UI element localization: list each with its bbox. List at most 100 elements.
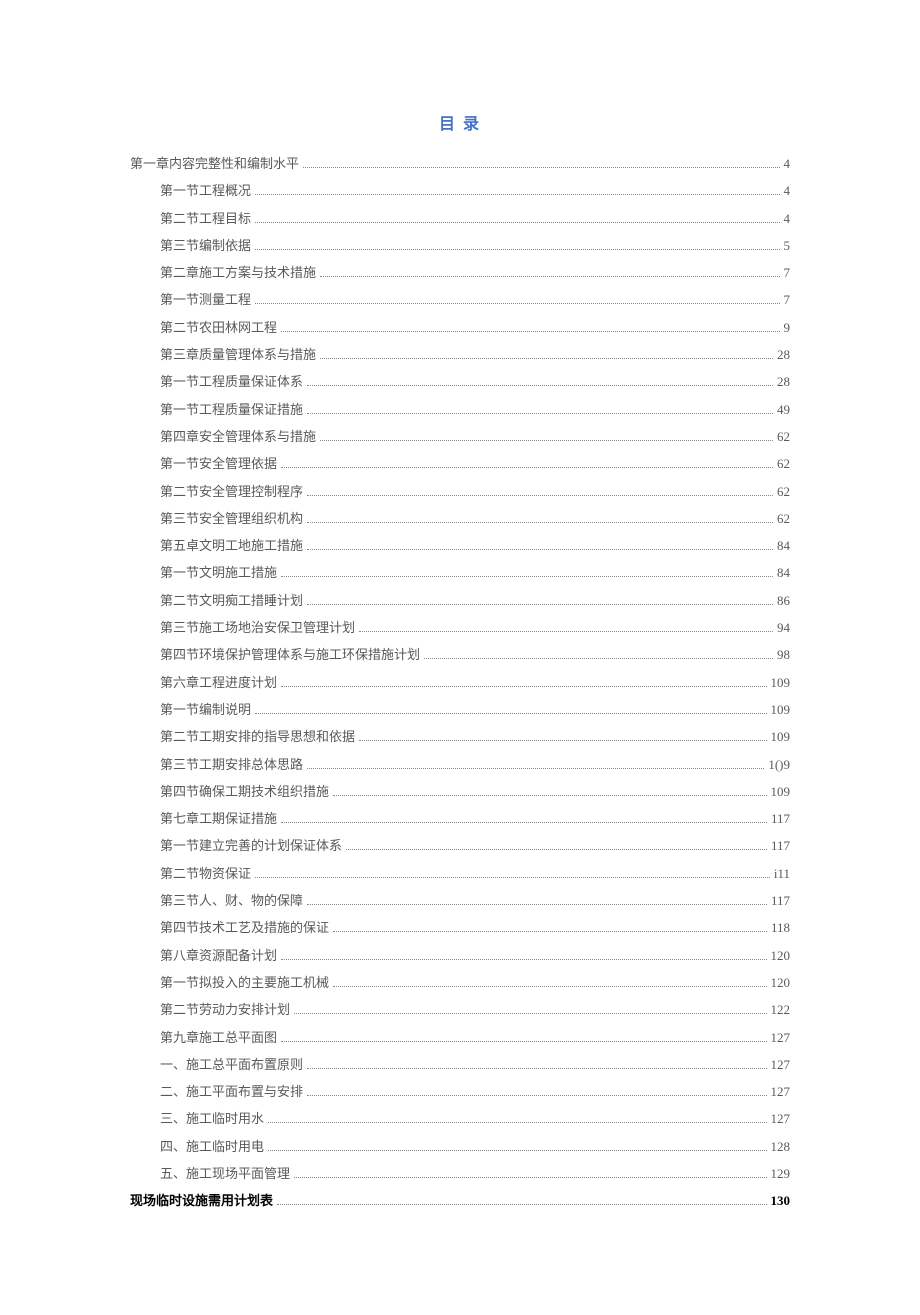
toc-leader-dots (255, 877, 770, 878)
toc-leader-dots (281, 331, 779, 332)
toc-leader-dots (255, 249, 779, 250)
toc-entry-text: 第一节工程质量保证体系 (160, 368, 303, 395)
toc-leader-dots (281, 686, 766, 687)
toc-leader-dots (346, 849, 767, 850)
toc-entry[interactable]: 第二节工期安排的指导思想和依据109 (130, 723, 790, 750)
toc-title: 目 录 (130, 110, 790, 134)
toc-entry-text: 第一节工程质量保证措施 (160, 396, 303, 423)
toc-leader-dots (281, 467, 773, 468)
toc-entry[interactable]: 第二节文明痴工措睡计划86 (130, 587, 790, 614)
toc-entry[interactable]: 第九章施工总平面图127 (130, 1024, 790, 1051)
toc-entry[interactable]: 第二章施工方案与技术措施7 (130, 259, 790, 286)
toc-entry-text: 第二节劳动力安排计划 (160, 996, 290, 1023)
toc-leader-dots (307, 495, 773, 496)
toc-entry-page: 7 (784, 286, 791, 313)
toc-leader-dots (281, 959, 766, 960)
toc-entry[interactable]: 第一节编制说明109 (130, 696, 790, 723)
toc-entry[interactable]: 二、施工平面布置与安排127 (130, 1078, 790, 1105)
toc-entry[interactable]: 第三节人、财、物的保障117 (130, 887, 790, 914)
toc-entry[interactable]: 第一节工程质量保证体系28 (130, 368, 790, 395)
toc-entry[interactable]: 第三节工期安排总体思路 1()9 (130, 751, 790, 778)
toc-leader-dots (255, 194, 779, 195)
toc-leader-dots (424, 658, 773, 659)
toc-entry[interactable]: 第二节农田林网工程 9 (130, 314, 790, 341)
toc-entry[interactable]: 第二节工程目标4 (130, 205, 790, 232)
toc-entry[interactable]: 第四节环境保护管理体系与施工环保措施计划98 (130, 641, 790, 668)
toc-entry-page: 117 (771, 805, 790, 832)
toc-entry-text: 第八章资源配备计划 (160, 942, 277, 969)
toc-entry-page: 62 (777, 505, 790, 532)
toc-entry[interactable]: 现场临时设施需用计划表130 (130, 1187, 790, 1214)
toc-entry[interactable]: 第六章工程进度计划109 (130, 669, 790, 696)
toc-leader-dots (333, 795, 766, 796)
toc-entry[interactable]: 第一节工程概况4 (130, 177, 790, 204)
toc-entry[interactable]: 第四节确保工期技术组织措施109 (130, 778, 790, 805)
toc-entry-page: 4 (784, 150, 791, 177)
toc-entry-page: 62 (777, 478, 790, 505)
toc-entry[interactable]: 第七章工期保证措施117 (130, 805, 790, 832)
toc-entry-page: 1()9 (768, 751, 790, 778)
toc-entry-text: 第三节工期安排总体思路 (160, 751, 303, 778)
toc-entry-page: 118 (771, 914, 790, 941)
toc-leader-dots (320, 358, 773, 359)
toc-entry[interactable]: 第一章内容完整性和编制水平4 (130, 150, 790, 177)
toc-entry[interactable]: 第二节劳动力安排计划122 (130, 996, 790, 1023)
toc-entry-text: 第二节安全管理控制程序 (160, 478, 303, 505)
toc-entry-text: 第三节施工场地治安保卫管理计划 (160, 614, 355, 641)
toc-entry-page: 129 (771, 1160, 791, 1187)
toc-entry-page: 9 (784, 314, 791, 341)
toc-entry-text: 第二节文明痴工措睡计划 (160, 587, 303, 614)
toc-leader-dots (281, 1041, 766, 1042)
toc-entry[interactable]: 第四章安全管理体系与措施62 (130, 423, 790, 450)
toc-entry[interactable]: 四、施工临时用电128 (130, 1133, 790, 1160)
toc-entry[interactable]: 第三节编制依据5 (130, 232, 790, 259)
toc-entry-text: 第二节农田林网工程 (160, 314, 277, 341)
toc-entry[interactable]: 第三节施工场地治安保卫管理计划94 (130, 614, 790, 641)
toc-entry-text: 第九章施工总平面图 (160, 1024, 277, 1051)
toc-leader-dots (307, 549, 773, 550)
toc-entry[interactable]: 第二节安全管理控制程序 62 (130, 478, 790, 505)
toc-entry[interactable]: 第一节文明施工措施84 (130, 559, 790, 586)
toc-entry-page: 127 (771, 1105, 791, 1132)
toc-leader-dots (333, 986, 766, 987)
toc-entry[interactable]: 第八章资源配备计划120 (130, 942, 790, 969)
toc-leader-dots (268, 1122, 766, 1123)
toc-entry-text: 五、施工现场平面管理 (160, 1160, 290, 1187)
toc-leader-dots (359, 740, 766, 741)
toc-leader-dots (294, 1177, 766, 1178)
toc-leader-dots (307, 1068, 766, 1069)
toc-entry-page: 120 (771, 969, 791, 996)
toc-entry-text: 第二节工期安排的指导思想和依据 (160, 723, 355, 750)
toc-leader-dots (294, 1013, 766, 1014)
toc-entry-page: 84 (777, 559, 790, 586)
toc-entry[interactable]: 第三章质量管理体系与措施28 (130, 341, 790, 368)
toc-entry[interactable]: 第二节物资保证i11 (130, 860, 790, 887)
toc-entry-text: 第六章工程进度计划 (160, 669, 277, 696)
toc-entry-text: 第二章施工方案与技术措施 (160, 259, 316, 286)
toc-entry-text: 第一节工程概况 (160, 177, 251, 204)
toc-entry-text: 一、施工总平面布置原则 (160, 1051, 303, 1078)
toc-entry[interactable]: 第三节安全管理组织机构62 (130, 505, 790, 532)
toc-entry[interactable]: 第一节安全管理依据62 (130, 450, 790, 477)
toc-leader-dots (307, 522, 773, 523)
toc-entry-text: 第二节物资保证 (160, 860, 251, 887)
toc-entry-text: 第五卓文明工地施工措施 (160, 532, 303, 559)
toc-entry-text: 二、施工平面布置与安排 (160, 1078, 303, 1105)
toc-entry[interactable]: 第一节建立完善的计划保证体系117 (130, 832, 790, 859)
toc-entry[interactable]: 第一节测量工程7 (130, 286, 790, 313)
toc-leader-dots (320, 276, 779, 277)
toc-entry[interactable]: 第四节技术工艺及措施的保证118 (130, 914, 790, 941)
toc-entry[interactable]: 五、施工现场平面管理 129 (130, 1160, 790, 1187)
toc-leader-dots (307, 413, 773, 414)
toc-leader-dots (281, 576, 773, 577)
toc-entry[interactable]: 三、施工临时用水127 (130, 1105, 790, 1132)
toc-entry[interactable]: 第五卓文明工地施工措施84 (130, 532, 790, 559)
toc-entry-text: 第四节环境保护管理体系与施工环保措施计划 (160, 641, 420, 668)
toc-entry[interactable]: 一、施工总平面布置原则127 (130, 1051, 790, 1078)
toc-entry-page: 62 (777, 423, 790, 450)
toc-entry[interactable]: 第一节拟投入的主要施工机械120 (130, 969, 790, 996)
toc-entry[interactable]: 第一节工程质量保证措施49 (130, 396, 790, 423)
toc-leader-dots (333, 931, 767, 932)
toc-entry-page: 117 (771, 887, 790, 914)
toc-entry-text: 现场临时设施需用计划表 (130, 1187, 273, 1214)
